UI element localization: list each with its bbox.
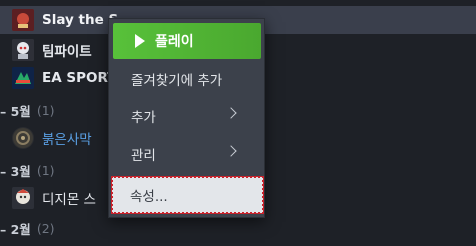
menu-item-label: 추가 (131, 110, 156, 126)
section-count: (1) (36, 102, 55, 118)
teamfight-icon (12, 39, 34, 61)
slay-the-spire-icon (12, 9, 34, 31)
menu-item-label: 즐겨찾기에 추가 (131, 73, 223, 89)
ea-sports-icon (12, 67, 34, 89)
chevron-right-icon (225, 107, 237, 119)
section-count: (1) (36, 162, 55, 178)
play-button-label: 플레이 (155, 34, 194, 50)
section-label: – 5월 (0, 103, 31, 119)
section-label: – 3월 (0, 163, 31, 179)
desert-icon (12, 127, 34, 149)
menu-item-label: 속성... (130, 189, 168, 205)
section-label: – 2월 (0, 221, 31, 237)
chevron-right-icon (225, 145, 237, 157)
play-button[interactable]: 플레이 (113, 23, 261, 59)
game-title: Slay the S (42, 12, 119, 28)
menu-item-add-favorite[interactable]: 즐겨찾기에 추가 (113, 63, 263, 95)
game-title: 붉은사막 (42, 132, 92, 148)
menu-item-properties[interactable]: 속성... (111, 176, 264, 214)
section-header-february[interactable]: – 2월 (2) (0, 216, 476, 240)
game-title: EA SPORT (42, 70, 117, 86)
game-title: 팀파이트 (42, 44, 92, 60)
play-icon (135, 34, 145, 48)
game-title: 디지몬 스 (42, 192, 96, 208)
menu-item-add[interactable]: 추가 (113, 100, 263, 132)
game-context-menu: 플레이 즐겨찾기에 추가 추가 관리 속성... (108, 18, 265, 218)
menu-item-manage[interactable]: 관리 (113, 138, 263, 170)
menu-item-label: 관리 (131, 148, 156, 164)
digimon-icon (12, 187, 34, 209)
section-count: (2) (36, 220, 55, 236)
